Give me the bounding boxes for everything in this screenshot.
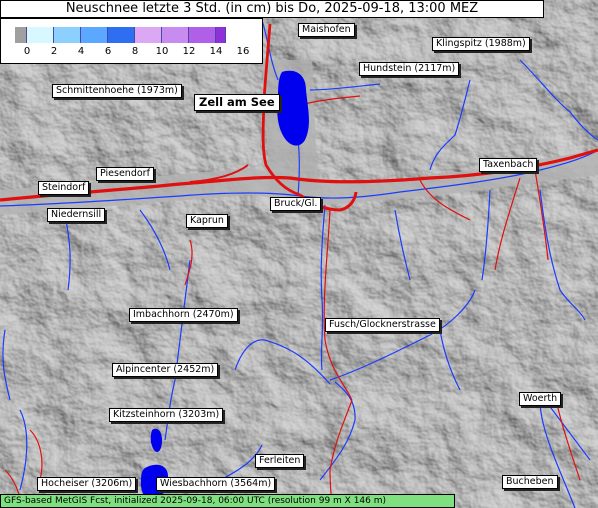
legend-swatch: [15, 27, 27, 43]
legend-tick: 6: [104, 46, 112, 57]
place-label: Wiesbachhorn (3564m): [156, 477, 276, 491]
place-label: Woerth: [519, 392, 562, 406]
legend-tick: 10: [155, 46, 169, 57]
place-label: Zell am See: [194, 94, 280, 111]
legend-tick-labels: 0 2 4 6 8 10 12 14 16: [15, 46, 255, 60]
legend-tick: 2: [50, 46, 58, 57]
place-label: Klingspitz (1988m): [432, 37, 530, 51]
place-label: Piesendorf: [96, 167, 154, 181]
place-label: Bucheben: [502, 475, 558, 489]
place-label: Fusch/Glocknerstrasse: [325, 318, 440, 332]
place-label: Maishofen: [298, 23, 355, 37]
legend-swatch: [216, 27, 226, 43]
terrain-layer: [0, 0, 598, 508]
place-label: Alpincenter (2452m): [112, 363, 219, 377]
place-label: Hundstein (2117m): [359, 62, 460, 76]
legend-swatch: [108, 27, 135, 43]
place-label: Imbachhorn (2470m): [129, 308, 238, 322]
legend-swatch: [54, 27, 81, 43]
place-label: Niedernsill: [47, 208, 106, 222]
legend-swatch: [135, 27, 162, 43]
place-label: Schmittenhoehe (1973m): [52, 84, 182, 98]
legend-tick: 4: [77, 46, 85, 57]
place-label: Hocheiser (3206m): [37, 477, 137, 491]
snow-legend: 0 2 4 6 8 10 12 14 16: [0, 18, 263, 64]
forecast-footer: GFS-based MetGIS Fcst, initialized 2025-…: [0, 494, 455, 508]
place-label: Taxenbach: [479, 158, 538, 172]
legend-color-bar: [15, 27, 226, 43]
legend-swatch: [27, 27, 54, 43]
place-label: Steindorf: [38, 181, 90, 195]
legend-tick: 0: [23, 46, 31, 57]
legend-tick: 8: [131, 46, 139, 57]
legend-tick: 16: [236, 46, 250, 57]
legend-swatch: [162, 27, 189, 43]
legend-swatch: [189, 27, 216, 43]
legend-tick: 12: [182, 46, 196, 57]
legend-swatch: [81, 27, 108, 43]
legend-tick: 14: [209, 46, 223, 57]
place-label: Kaprun: [186, 214, 228, 228]
place-label: Bruck/Gl.: [270, 197, 322, 211]
place-label: Ferleiten: [255, 454, 305, 468]
map-title: Neuschnee letzte 3 Std. (in cm) bis Do, …: [0, 0, 544, 18]
map-view[interactable]: Neuschnee letzte 3 Std. (in cm) bis Do, …: [0, 0, 598, 508]
place-label: Kitzsteinhorn (3203m): [109, 408, 224, 422]
